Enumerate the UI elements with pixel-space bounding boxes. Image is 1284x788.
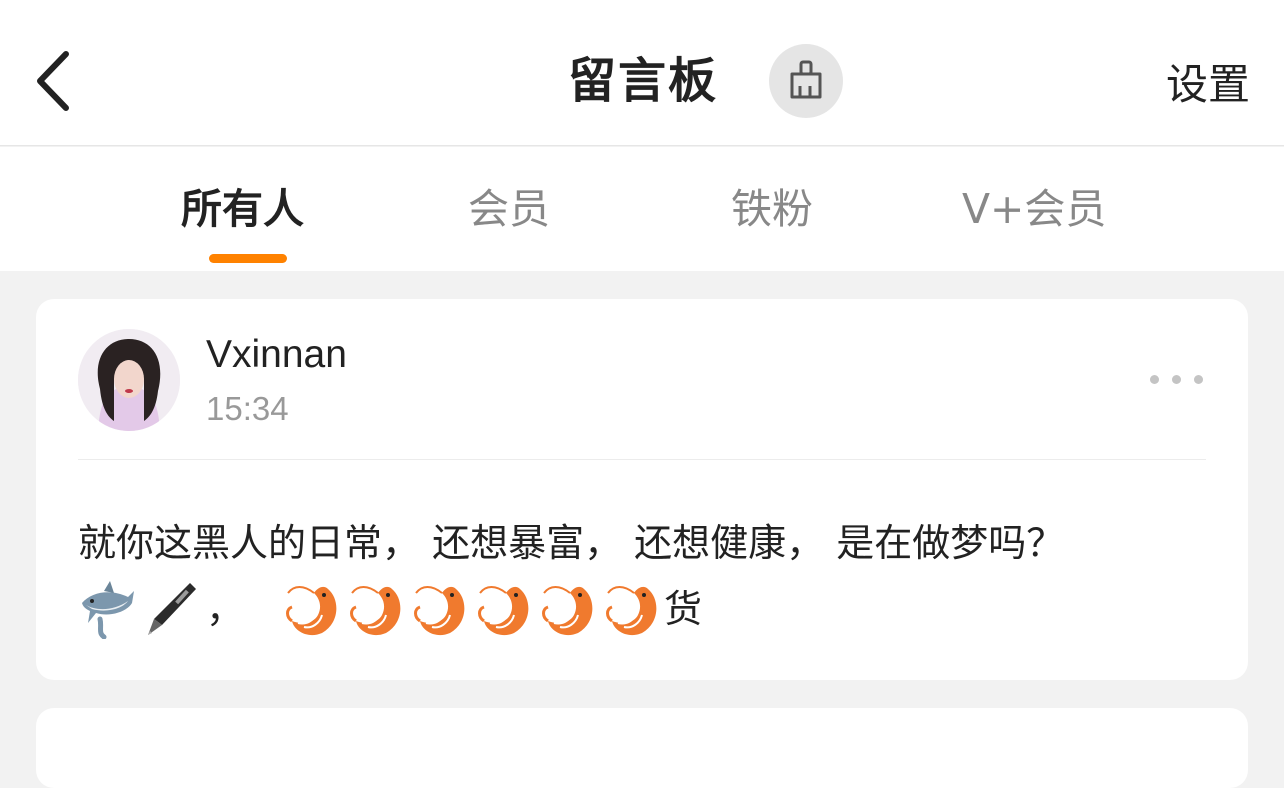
filter-tabs: 所有人 会员 铁粉 V+会员: [0, 147, 1284, 271]
divider: [78, 459, 1206, 460]
message-card: [36, 708, 1248, 788]
shark-emoji-icon: [82, 581, 134, 639]
shrimp-emoji-icon: [350, 586, 401, 636]
settings-button[interactable]: 设置: [1166, 52, 1250, 118]
back-button[interactable]: [30, 48, 80, 114]
more-dot-icon: [1150, 375, 1159, 384]
username[interactable]: Vxinnan: [206, 331, 347, 379]
pen-emoji-icon: [148, 583, 196, 635]
avatar[interactable]: [78, 329, 180, 431]
shrimp-emoji-icon: [286, 586, 337, 636]
clean-button[interactable]: [769, 44, 843, 118]
more-options-button[interactable]: [1150, 371, 1210, 387]
tab-iron-fans[interactable]: 铁粉: [731, 179, 813, 239]
tab-all[interactable]: 所有人: [181, 179, 304, 239]
shrimp-emoji-icon: [414, 586, 465, 636]
message-text: 就你这黑人的日常， 还想暴富， 还想健康， 是在做梦吗？: [78, 521, 1065, 565]
emoji-comma: ，: [206, 587, 245, 631]
top-nav-bar: 留言板 设置: [0, 0, 1284, 146]
more-dot-icon: [1172, 375, 1181, 384]
tab-members[interactable]: 会员: [468, 179, 550, 239]
chevron-left-icon: [37, 51, 69, 111]
shrimp-emoji-icon: [478, 586, 529, 636]
emoji-suffix-text: 货: [664, 587, 703, 631]
shrimp-emoji-icon: [606, 586, 657, 636]
message-card: Vxinnan 15:34 就你这黑人的日常， 还想暴富， 还想健康， 是在做梦…: [36, 299, 1248, 680]
page-title: 留言板: [568, 53, 719, 109]
active-tab-indicator: [209, 254, 287, 263]
broom-icon: [790, 60, 822, 99]
tab-vplus-members[interactable]: V+会员: [962, 179, 1106, 239]
shrimp-emoji-icon: [542, 586, 593, 636]
message-emoji-line: ， 货: [78, 579, 778, 639]
more-dot-icon: [1194, 375, 1203, 384]
message-time: 15:34: [206, 390, 289, 427]
